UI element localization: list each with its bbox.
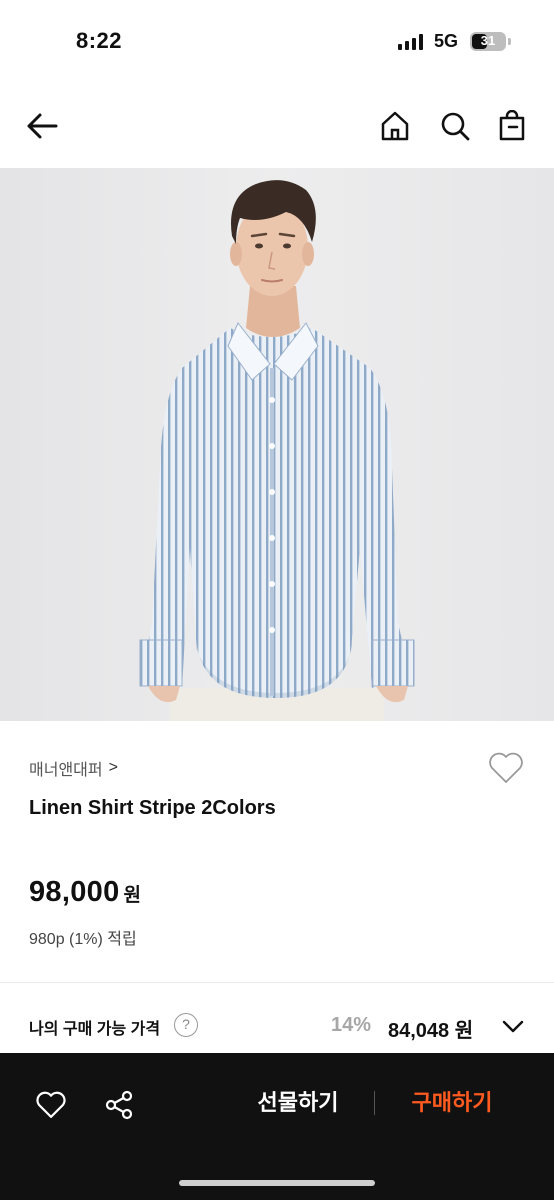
my-price-value: 84,048 원 [388, 1020, 474, 1042]
search-button[interactable] [435, 106, 475, 146]
model-figure [0, 168, 554, 721]
product-price: 98,000 [29, 876, 120, 908]
cart-button[interactable] [492, 106, 532, 146]
shopping-bag-icon [499, 110, 525, 141]
divider [374, 1091, 375, 1115]
heart-icon [36, 1091, 66, 1119]
arrow-left-icon [27, 113, 58, 139]
back-button[interactable] [22, 106, 62, 146]
share-button[interactable] [99, 1085, 139, 1125]
brand-name: 매너앤대퍼 [29, 762, 103, 779]
share-icon [105, 1090, 133, 1120]
product-name: Linen Shirt Stripe 2Colors [29, 797, 276, 819]
my-price-row[interactable]: 나의 구매 가능 가격 ? 14% 84,048 원 [29, 1008, 529, 1044]
bottom-action-bar: 선물하기 구매하기 [0, 1053, 554, 1200]
status-bar: 8:22 5G 31 [0, 0, 554, 84]
my-price-label: 나의 구매 가능 가격 [29, 1021, 161, 1038]
status-time: 8:22 [76, 28, 123, 53]
divider [0, 982, 554, 983]
buy-button[interactable]: 구매하기 [396, 1083, 508, 1123]
home-indicator[interactable] [179, 1180, 375, 1186]
battery-level: 31 [480, 33, 496, 48]
network-type: 5G [434, 31, 459, 51]
home-button[interactable] [375, 106, 415, 146]
price-unit: 원 [123, 885, 141, 906]
top-nav-bar [0, 84, 554, 168]
gift-button[interactable]: 선물하기 [234, 1083, 362, 1123]
wishlist-button[interactable] [486, 748, 526, 788]
help-icon[interactable]: ? [174, 1013, 198, 1037]
reward-points: 980p (1%) 적립 [29, 931, 137, 948]
product-photo[interactable] [0, 168, 554, 721]
search-icon [441, 112, 470, 141]
discount-rate: 14% [331, 1014, 372, 1036]
signal-icon [398, 34, 423, 50]
chevron-down-icon[interactable] [501, 1014, 525, 1038]
battery-icon: 31 [470, 32, 506, 51]
brand-link[interactable]: 매너앤대퍼 > [29, 756, 118, 780]
home-icon [381, 111, 409, 141]
chevron-right-icon: > [108, 759, 118, 776]
heart-icon [489, 752, 523, 783]
battery-cap [508, 38, 511, 45]
price-row: 98,000 원 [29, 876, 141, 909]
bottom-wishlist-button[interactable] [31, 1085, 71, 1125]
